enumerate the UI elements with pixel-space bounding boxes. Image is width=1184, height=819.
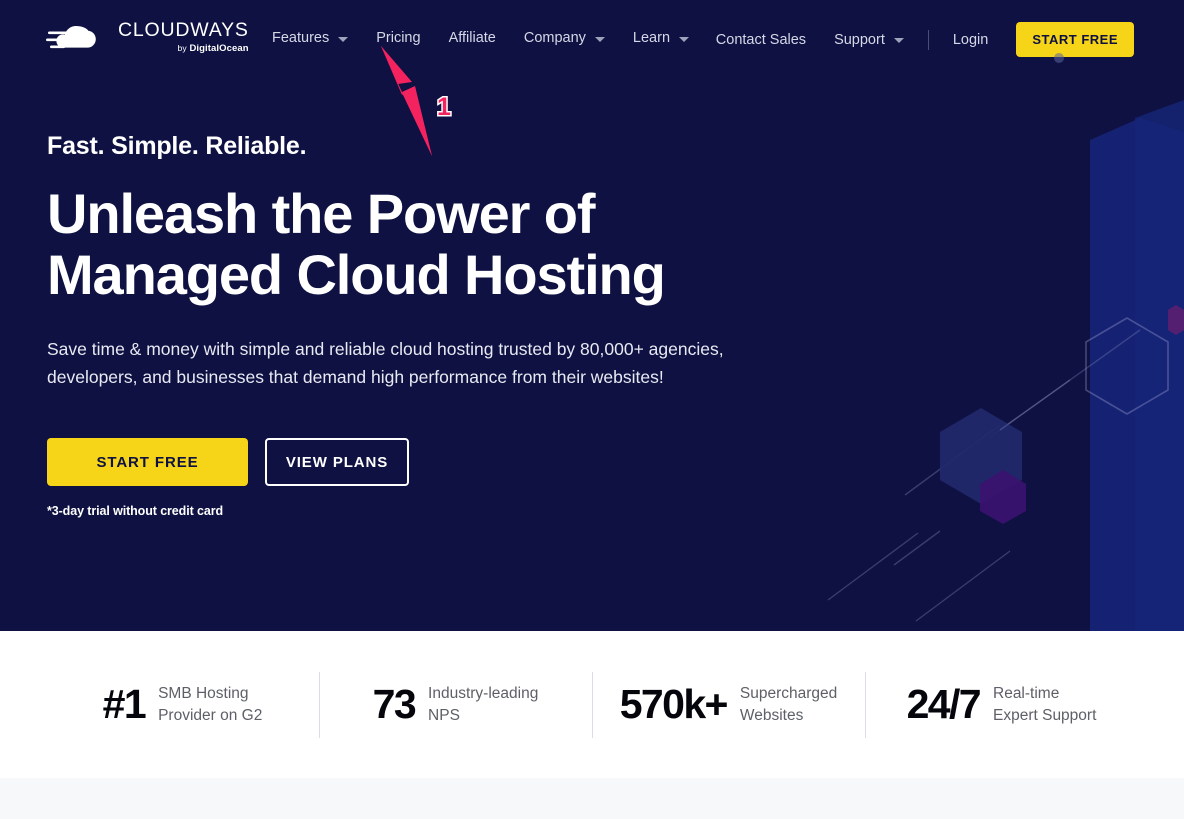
nav-label: Login — [952, 31, 989, 48]
chevron-down-icon — [893, 38, 904, 43]
hero-headline: Unleash the Power of Managed Cloud Hosti… — [47, 181, 666, 306]
hero-view-plans-button[interactable]: VIEW PLANS — [265, 438, 409, 487]
logo-parent-text: DigitalOcean — [189, 42, 249, 54]
nav-item-affiliate[interactable]: Affiliate — [435, 24, 510, 52]
stats-inner: #1 SMB Hosting Provider on G2 73 Industr… — [46, 683, 1138, 727]
nav-label: Pricing — [376, 30, 421, 46]
nav-label: Contact Sales — [715, 31, 807, 48]
hero-cta-row: START FREE VIEW PLANS — [47, 438, 767, 487]
logo-by-text: by — [177, 42, 187, 53]
nav-item-login[interactable]: Login — [939, 26, 1002, 54]
hero-content: Fast. Simple. Reliable. Unleash the Powe… — [47, 132, 767, 519]
nav-divider — [927, 29, 929, 50]
stat-value: 570k+ — [619, 681, 729, 727]
stat-item-support: 24/7 Real-time Expert Support — [865, 683, 1138, 727]
nav-label: Learn — [632, 30, 671, 46]
mouse-cursor-indicator — [1054, 53, 1064, 63]
next-section-strip — [0, 778, 1184, 819]
primary-navigation: Features Pricing Affiliate Company Learn — [258, 24, 703, 52]
hero-section: CLOUDWAYS by DigitalOcean Features Prici… — [0, 0, 1184, 631]
nav-item-support[interactable]: Support — [820, 26, 918, 54]
hero-start-free-button[interactable]: START FREE — [47, 438, 248, 487]
trial-note: *3-day trial without credit card — [47, 504, 224, 519]
stat-item-nps: 73 Industry-leading NPS — [319, 683, 592, 727]
nav-label: Company — [523, 30, 586, 46]
stat-value: 24/7 — [906, 681, 982, 727]
chevron-down-icon — [338, 36, 349, 42]
nav-item-pricing[interactable]: Pricing — [362, 24, 434, 52]
stat-item-websites: 570k+ Supercharged Websites — [592, 683, 865, 727]
stat-label: Industry-leading NPS — [428, 684, 539, 724]
nav-item-company[interactable]: Company — [510, 24, 619, 52]
logo-wordmark: CLOUDWAYS — [118, 19, 249, 41]
nav-item-features[interactable]: Features — [258, 24, 362, 52]
secondary-navigation: Contact Sales Support Login START FREE — [702, 22, 1134, 57]
chevron-down-icon — [679, 36, 690, 42]
stat-value: 73 — [372, 681, 417, 727]
stat-value: #1 — [102, 681, 147, 727]
nav-item-contact-sales[interactable]: Contact Sales — [702, 26, 820, 54]
stat-label: SMB Hosting Provider on G2 — [158, 684, 263, 724]
hero-subtitle: Save time & money with simple and reliab… — [47, 338, 724, 388]
page-root: CLOUDWAYS by DigitalOcean Features Prici… — [0, 0, 1184, 819]
chevron-down-icon — [594, 36, 605, 42]
stat-label: Real-time Expert Support — [993, 684, 1097, 724]
stat-label: Supercharged Websites — [739, 684, 838, 724]
stat-item-smb-hosting: #1 SMB Hosting Provider on G2 — [46, 683, 319, 727]
nav-label: Support — [834, 31, 885, 48]
header-start-free-button[interactable]: START FREE — [1016, 22, 1134, 57]
stats-bar: #1 SMB Hosting Provider on G2 73 Industr… — [0, 631, 1184, 778]
hero-eyebrow: Fast. Simple. Reliable. — [47, 132, 307, 160]
nav-label: Features — [272, 30, 330, 46]
annotation-step-number: 1 — [436, 92, 453, 123]
logo-subtitle: by DigitalOcean — [118, 42, 249, 54]
nav-item-learn[interactable]: Learn — [619, 24, 703, 52]
cloudways-logo[interactable]: CLOUDWAYS by DigitalOcean — [46, 17, 249, 57]
nav-label: Affiliate — [448, 30, 496, 46]
site-header: CLOUDWAYS by DigitalOcean Features Prici… — [0, 0, 1184, 72]
cloud-speed-icon — [46, 26, 96, 49]
